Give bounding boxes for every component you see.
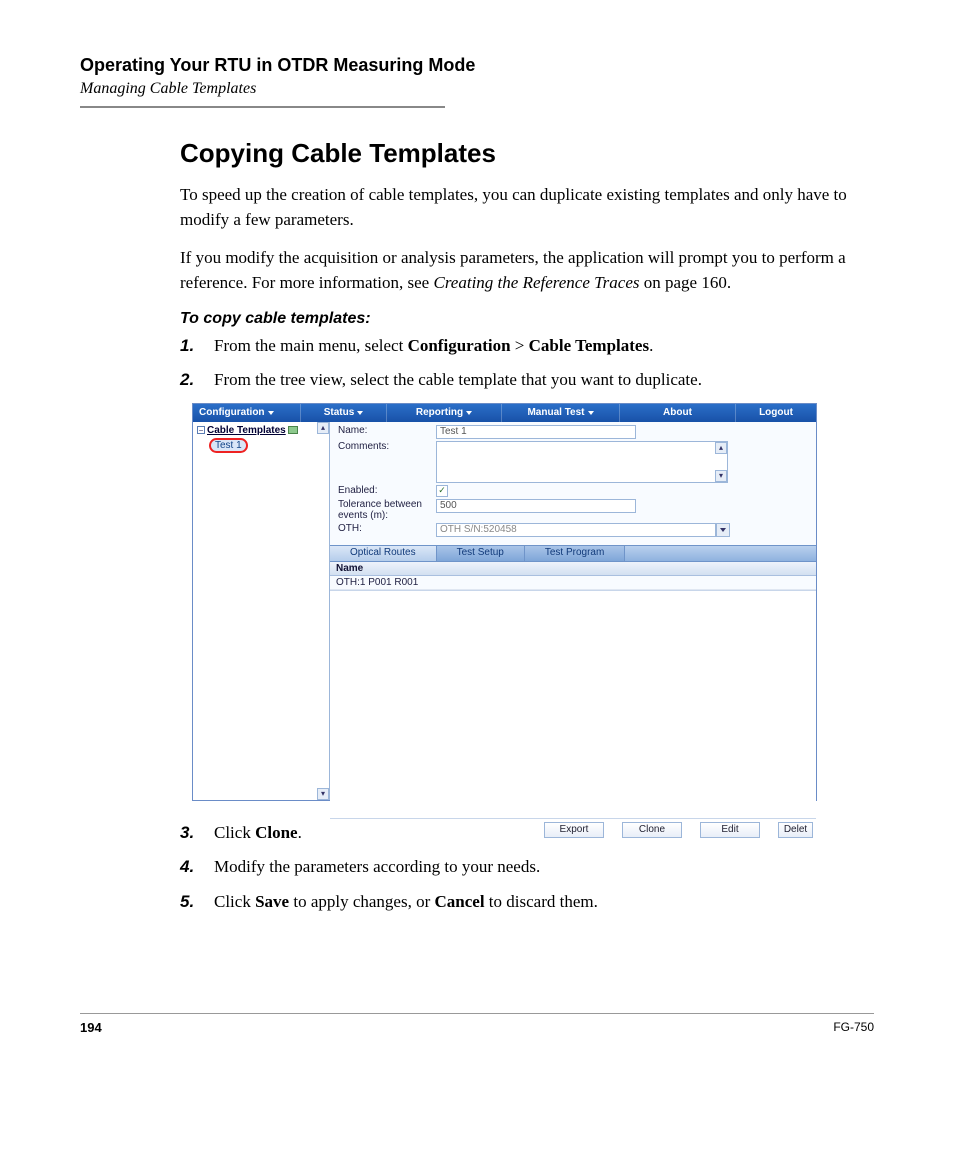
- s1d: Cable Templates: [529, 336, 649, 355]
- s5e: to discard them.: [485, 892, 598, 911]
- s5a: Click: [214, 892, 255, 911]
- s5b: Save: [255, 892, 289, 911]
- tree-item-test1[interactable]: Test 1: [209, 438, 327, 453]
- tab-test-program[interactable]: Test Program: [525, 546, 625, 561]
- section-heading: Copying Cable Templates: [180, 138, 874, 169]
- header-rule: [80, 106, 445, 108]
- step-1-number: 1.: [180, 334, 214, 359]
- step-4-text: Modify the parameters according to your …: [214, 855, 874, 880]
- s1e: .: [649, 336, 653, 355]
- s1c: >: [511, 336, 529, 355]
- p2-part-b: on page 160.: [639, 273, 731, 292]
- s5c: to apply changes, or: [289, 892, 434, 911]
- form-pane: Name: Test 1 Comments: ▴▾ Enabled: To: [330, 422, 816, 800]
- menu-about-label: About: [663, 407, 692, 418]
- menu-status[interactable]: Status: [301, 404, 387, 422]
- step-2: 2. From the tree view, select the cable …: [180, 368, 874, 393]
- s1b: Configuration: [408, 336, 511, 355]
- tab-optical-routes[interactable]: Optical Routes: [330, 546, 437, 561]
- tree-pane: ▴ − Cable Templates Test 1 ▾: [193, 422, 330, 800]
- enabled-checkbox[interactable]: [436, 485, 448, 497]
- folder-icon: [288, 426, 298, 434]
- table-row[interactable]: OTH:1 P001 R001: [330, 576, 816, 590]
- scroll-up-button[interactable]: ▴: [317, 422, 329, 434]
- s3c: .: [298, 823, 302, 842]
- menu-configuration[interactable]: Configuration: [193, 404, 301, 422]
- menu-configuration-label: Configuration: [199, 407, 265, 418]
- menu-about[interactable]: About: [620, 404, 736, 422]
- step-1-text: From the main menu, select Configuration…: [214, 334, 874, 359]
- table-empty-area: [330, 590, 816, 818]
- intro-paragraph-1: To speed up the creation of cable templa…: [180, 183, 874, 232]
- name-label: Name:: [338, 425, 436, 436]
- menu-logout[interactable]: Logout: [736, 404, 816, 422]
- enabled-label: Enabled:: [338, 485, 436, 496]
- tab-bar: Optical Routes Test Setup Test Program: [330, 545, 816, 562]
- menu-logout-label: Logout: [759, 407, 793, 418]
- tree-item-label: Test 1: [209, 438, 248, 453]
- clone-button[interactable]: Clone: [622, 822, 682, 838]
- chevron-down-icon: [268, 411, 274, 415]
- page-footer: 194 FG-750: [80, 1020, 874, 1035]
- s3a: Click: [214, 823, 255, 842]
- oth-label: OTH:: [338, 523, 436, 534]
- s5d: Cancel: [435, 892, 485, 911]
- scroll-down-button[interactable]: ▾: [317, 788, 329, 800]
- doc-id: FG-750: [833, 1020, 874, 1035]
- table-header-name: Name: [330, 562, 816, 576]
- menu-reporting-label: Reporting: [416, 407, 463, 418]
- edit-button[interactable]: Edit: [700, 822, 760, 838]
- step-4-number: 4.: [180, 855, 214, 880]
- step-5-text: Click Save to apply changes, or Cancel t…: [214, 890, 874, 915]
- step-5-number: 5.: [180, 890, 214, 915]
- step-2-number: 2.: [180, 368, 214, 393]
- step-1: 1. From the main menu, select Configurat…: [180, 334, 874, 359]
- scroll-up-button[interactable]: ▴: [715, 442, 727, 454]
- app-screenshot: Configuration Status Reporting Manual Te…: [192, 403, 817, 801]
- step-2-text: From the tree view, select the cable tem…: [214, 368, 874, 393]
- tree-toggle-icon[interactable]: −: [197, 426, 205, 434]
- intro-paragraph-2: If you modify the acquisition or analysi…: [180, 246, 874, 295]
- chapter-title: Operating Your RTU in OTDR Measuring Mod…: [80, 55, 874, 76]
- section-subtitle: Managing Cable Templates: [80, 80, 874, 98]
- tolerance-label: Tolerance between events (m):: [338, 499, 436, 521]
- oth-value: OTH S/N:520458: [436, 523, 716, 537]
- s3b: Clone: [255, 823, 298, 842]
- scroll-down-button[interactable]: ▾: [715, 470, 727, 482]
- comments-label: Comments:: [338, 441, 436, 452]
- chevron-down-icon: [357, 411, 363, 415]
- chevron-down-icon: [588, 411, 594, 415]
- comments-textarea[interactable]: ▴▾: [436, 441, 728, 483]
- button-bar: Export Clone Edit Delet: [330, 818, 816, 841]
- menu-manual-test-label: Manual Test: [527, 407, 584, 418]
- tab-test-setup[interactable]: Test Setup: [437, 546, 525, 561]
- tree-root[interactable]: − Cable Templates: [195, 425, 327, 436]
- p2-reference: Creating the Reference Traces: [433, 273, 639, 292]
- tolerance-input[interactable]: 500: [436, 499, 636, 513]
- menu-reporting[interactable]: Reporting: [387, 404, 502, 422]
- name-input[interactable]: Test 1: [436, 425, 636, 439]
- page-number: 194: [80, 1020, 102, 1035]
- menu-manual-test[interactable]: Manual Test: [502, 404, 620, 422]
- menu-status-label: Status: [324, 407, 355, 418]
- procedure-title: To copy cable templates:: [180, 310, 874, 328]
- tree-root-label: Cable Templates: [207, 425, 286, 436]
- step-5: 5. Click Save to apply changes, or Cance…: [180, 890, 874, 915]
- s1a: From the main menu, select: [214, 336, 408, 355]
- step-3-number: 3.: [180, 821, 214, 846]
- footer-rule: [80, 1013, 874, 1014]
- chevron-down-icon: [466, 411, 472, 415]
- step-4: 4. Modify the parameters according to yo…: [180, 855, 874, 880]
- menu-bar: Configuration Status Reporting Manual Te…: [193, 404, 816, 422]
- delete-button[interactable]: Delet: [778, 822, 813, 838]
- oth-select[interactable]: OTH S/N:520458: [436, 523, 730, 537]
- chevron-down-icon[interactable]: [716, 523, 730, 537]
- export-button[interactable]: Export: [544, 822, 604, 838]
